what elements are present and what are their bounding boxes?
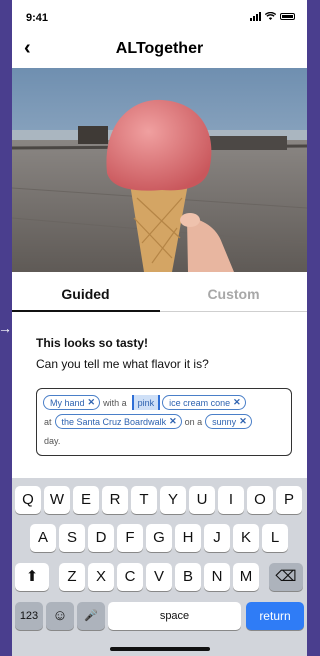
chip-boardwalk[interactable]: the Santa Cruz Boardwalk ✕ xyxy=(54,414,182,429)
key-u[interactable]: U xyxy=(189,486,215,514)
tab-divider xyxy=(160,311,307,312)
tab-active-indicator xyxy=(12,310,160,312)
key-i[interactable]: I xyxy=(218,486,244,514)
photo xyxy=(12,68,307,272)
key-q[interactable]: Q xyxy=(15,486,41,514)
chip-sunny[interactable]: sunny ✕ xyxy=(205,414,252,429)
answer-text-on: on a xyxy=(184,416,203,427)
key-z[interactable]: Z xyxy=(59,563,85,591)
chip-label: sunny xyxy=(212,416,237,427)
key-l[interactable]: L xyxy=(262,524,288,552)
answer-line-2: at the Santa Cruz Boardwalk ✕ on a sunny ✕ xyxy=(43,412,285,431)
key-w[interactable]: W xyxy=(44,486,70,514)
arrow-right-icon: → xyxy=(0,320,12,336)
home-indicator xyxy=(110,647,210,651)
answer-text-day: day. xyxy=(44,435,61,446)
phone-screen: 9:41 ‹ ALTogether Guided Custom This loo… xyxy=(12,0,307,656)
shift-key[interactable]: ⬆ xyxy=(15,563,49,591)
key-o[interactable]: O xyxy=(247,486,273,514)
nav-bar: ‹ ALTogether xyxy=(12,34,307,66)
wifi-icon xyxy=(265,12,276,20)
prompt-heading: This looks so tasty! xyxy=(36,336,149,350)
remove-chip-icon[interactable]: ✕ xyxy=(239,416,247,427)
chip-my-hand[interactable]: My hand ✕ xyxy=(43,395,101,410)
key-s[interactable]: S xyxy=(59,524,85,552)
tab-bar: Guided Custom xyxy=(12,272,307,312)
signal-icon xyxy=(250,12,261,21)
key-e[interactable]: E xyxy=(73,486,99,514)
key-n[interactable]: N xyxy=(204,563,230,591)
key-d[interactable]: D xyxy=(88,524,114,552)
key-y[interactable]: Y xyxy=(160,486,186,514)
keyboard: Q W E R T Y U I O P A S D F G H J K L ⬆ … xyxy=(12,478,307,656)
ice-cream-photo xyxy=(12,68,307,272)
space-key[interactable]: space xyxy=(108,602,241,630)
key-h[interactable]: H xyxy=(175,524,201,552)
key-f[interactable]: F xyxy=(117,524,143,552)
tab-guided[interactable]: Guided xyxy=(12,272,159,312)
remove-chip-icon[interactable]: ✕ xyxy=(88,397,96,408)
chip-label: My hand xyxy=(50,397,85,408)
prompt-question: Can you tell me what flavor it is? xyxy=(36,357,209,371)
chip-label: ice cream cone xyxy=(169,397,231,408)
key-j[interactable]: J xyxy=(204,524,230,552)
key-a[interactable]: A xyxy=(30,524,56,552)
answer-editor[interactable]: My hand ✕ with a pink ice cream cone ✕ at … xyxy=(36,388,292,456)
frame-right xyxy=(307,0,309,656)
key-v[interactable]: V xyxy=(146,563,172,591)
numbers-key[interactable]: 123 xyxy=(15,602,43,630)
chip-ice-cream-cone[interactable]: ice cream cone ✕ xyxy=(162,395,246,410)
key-r[interactable]: R xyxy=(102,486,128,514)
chip-label: the Santa Cruz Boardwalk xyxy=(61,416,167,427)
return-key[interactable]: return xyxy=(246,602,304,630)
battery-icon xyxy=(280,13,295,20)
answer-text-at: at xyxy=(44,416,52,427)
status-bar: 9:41 xyxy=(12,0,307,32)
key-c[interactable]: C xyxy=(117,563,143,591)
selected-word[interactable]: pink xyxy=(131,395,161,410)
status-time: 9:41 xyxy=(26,12,49,24)
answer-line-3: day. xyxy=(43,431,285,450)
emoji-key[interactable]: ☺ xyxy=(46,602,74,630)
key-t[interactable]: T xyxy=(131,486,157,514)
tab-custom[interactable]: Custom xyxy=(160,272,307,312)
key-g[interactable]: G xyxy=(146,524,172,552)
page-title: ALTogether xyxy=(115,40,204,57)
delete-key[interactable]: ⌫ xyxy=(269,563,303,591)
remove-chip-icon[interactable]: ✕ xyxy=(233,397,241,408)
answer-line-1: My hand ✕ with a pink ice cream cone ✕ xyxy=(43,393,285,412)
status-icons xyxy=(250,12,295,21)
key-m[interactable]: M xyxy=(233,563,259,591)
key-b[interactable]: B xyxy=(175,563,201,591)
key-p[interactable]: P xyxy=(276,486,302,514)
mic-key[interactable]: 🎤 xyxy=(77,602,105,630)
key-x[interactable]: X xyxy=(88,563,114,591)
remove-chip-icon[interactable]: ✕ xyxy=(169,416,177,427)
key-k[interactable]: K xyxy=(233,524,259,552)
answer-text-with: with a xyxy=(103,397,127,408)
